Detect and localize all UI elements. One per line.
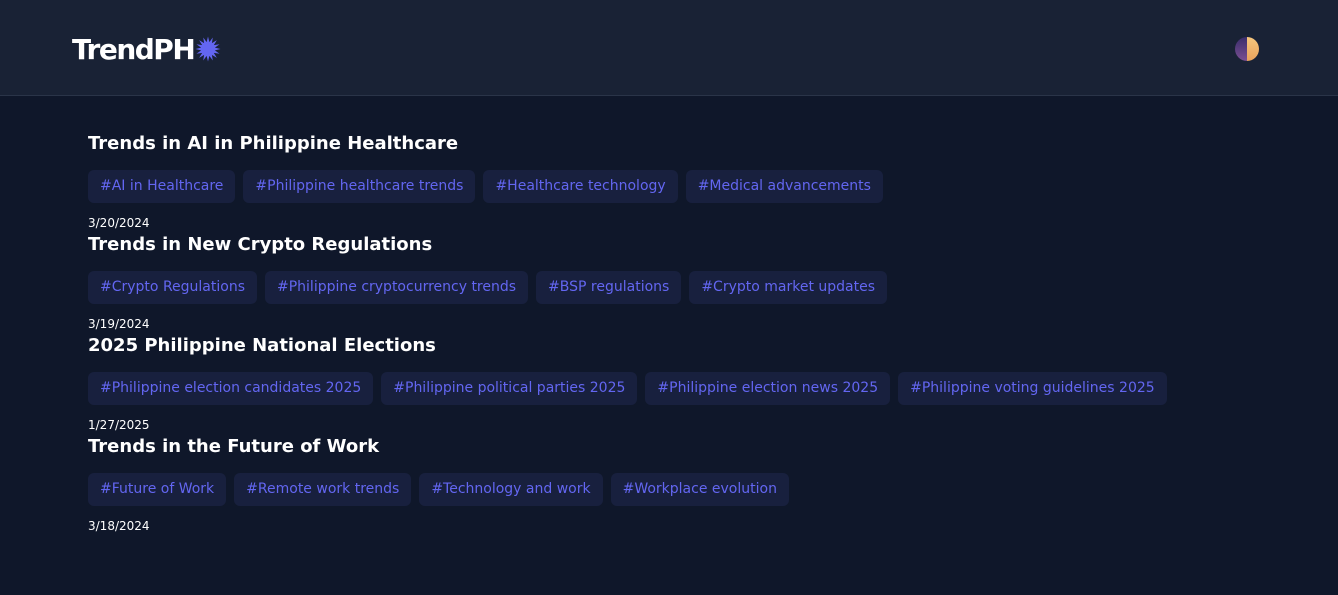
hashtag-chip[interactable]: #Workplace evolution [610, 473, 789, 506]
trend-tags: #Crypto Regulations #Philippine cryptocur… [88, 271, 1248, 304]
hashtag-chip[interactable]: #BSP regulations [536, 271, 682, 304]
trend-title[interactable]: Trends in AI in Philippine Healthcare [88, 132, 1248, 156]
hashtag-chip[interactable]: #Philippine political parties 2025 [381, 372, 638, 405]
site-header: TrendPH [0, 0, 1338, 96]
trend-date: 3/20/2024 [88, 216, 150, 230]
trend-date: 1/27/2025 [88, 418, 150, 432]
trend-item: 1/27/2025 Trends in the Future of Work #Fu… [88, 417, 1248, 506]
trend-list: Trends in AI in Philippine Healthcare #AI… [88, 97, 1248, 534]
trend-date: 3/19/2024 [88, 317, 150, 331]
trend-item: 3/20/2024 Trends in New Crypto Regulation… [88, 215, 1248, 304]
hashtag-chip[interactable]: #Philippine voting guidelines 2025 [898, 372, 1167, 405]
trend-item: Trends in AI in Philippine Healthcare #AI… [88, 132, 1248, 203]
hashtag-chip[interactable]: #Philippine healthcare trends [243, 170, 476, 203]
trend-item: 3/19/2024 2025 Philippine National Electi… [88, 316, 1248, 405]
hashtag-chip[interactable]: #Philippine cryptocurrency trends [265, 271, 529, 304]
hashtag-chip[interactable]: #AI in Healthcare [88, 170, 236, 203]
hashtag-chip[interactable]: #Philippine election news 2025 [645, 372, 891, 405]
hashtag-chip[interactable]: #Medical advancements [685, 170, 883, 203]
trend-date: 3/18/2024 [88, 519, 150, 533]
trend-title[interactable]: Trends in the Future of Work [88, 435, 1248, 459]
trend-item: 3/18/2024 [88, 518, 1248, 534]
hashtag-chip[interactable]: #Technology and work [419, 473, 603, 506]
hashtag-chip[interactable]: #Healthcare technology [483, 170, 678, 203]
starburst-icon [195, 36, 221, 62]
trend-tags: #AI in Healthcare #Philippine healthcare … [88, 170, 1248, 203]
half-moon-theme-icon[interactable] [1234, 36, 1260, 62]
hashtag-chip[interactable]: #Crypto Regulations [88, 271, 257, 304]
hashtag-chip[interactable]: #Future of Work [88, 473, 227, 506]
trend-title[interactable]: Trends in New Crypto Regulations [88, 233, 1248, 257]
trend-tags: #Philippine election candidates 2025 #Phi… [88, 372, 1248, 405]
trend-title[interactable]: 2025 Philippine National Elections [88, 334, 1248, 358]
hashtag-chip[interactable]: #Remote work trends [234, 473, 412, 506]
trend-tags: #Future of Work #Remote work trends #Techn… [88, 473, 1248, 506]
hashtag-chip[interactable]: #Philippine election candidates 2025 [88, 372, 374, 405]
hashtag-chip[interactable]: #Crypto market updates [689, 271, 888, 304]
logo-text: TrendPH [72, 32, 196, 66]
site-logo[interactable]: TrendPH [72, 30, 221, 68]
